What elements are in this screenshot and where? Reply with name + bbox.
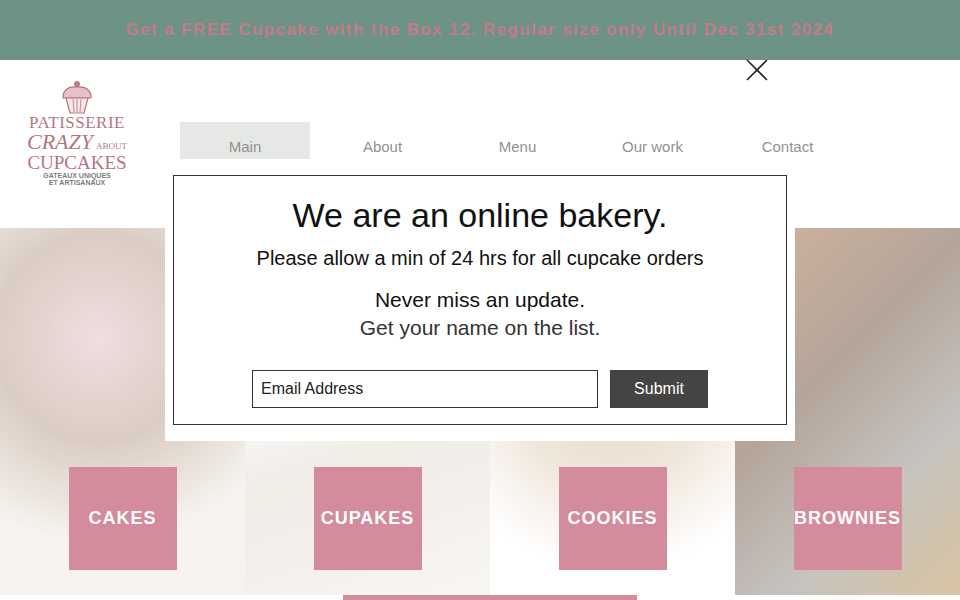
subscribe-text: Get your name on the list.: [360, 316, 600, 340]
modal-frame: We are an online bakery. Please allow a m…: [173, 175, 787, 425]
submit-button[interactable]: Submit: [610, 370, 708, 408]
modal-notice: Please allow a min of 24 hrs for all cup…: [257, 247, 704, 270]
subscribe-heading: Never miss an update.: [375, 288, 585, 312]
signup-modal: We are an online bakery. Please allow a m…: [165, 159, 795, 441]
modal-title: We are an online bakery.: [293, 196, 668, 235]
modal-overlay[interactable]: We are an online bakery. Please allow a m…: [0, 0, 960, 600]
page: Get a FREE Cupcake with the Box 12. Regu…: [0, 0, 960, 600]
email-input[interactable]: [252, 370, 598, 408]
close-icon[interactable]: [745, 58, 769, 82]
signup-form: Submit: [252, 370, 708, 408]
